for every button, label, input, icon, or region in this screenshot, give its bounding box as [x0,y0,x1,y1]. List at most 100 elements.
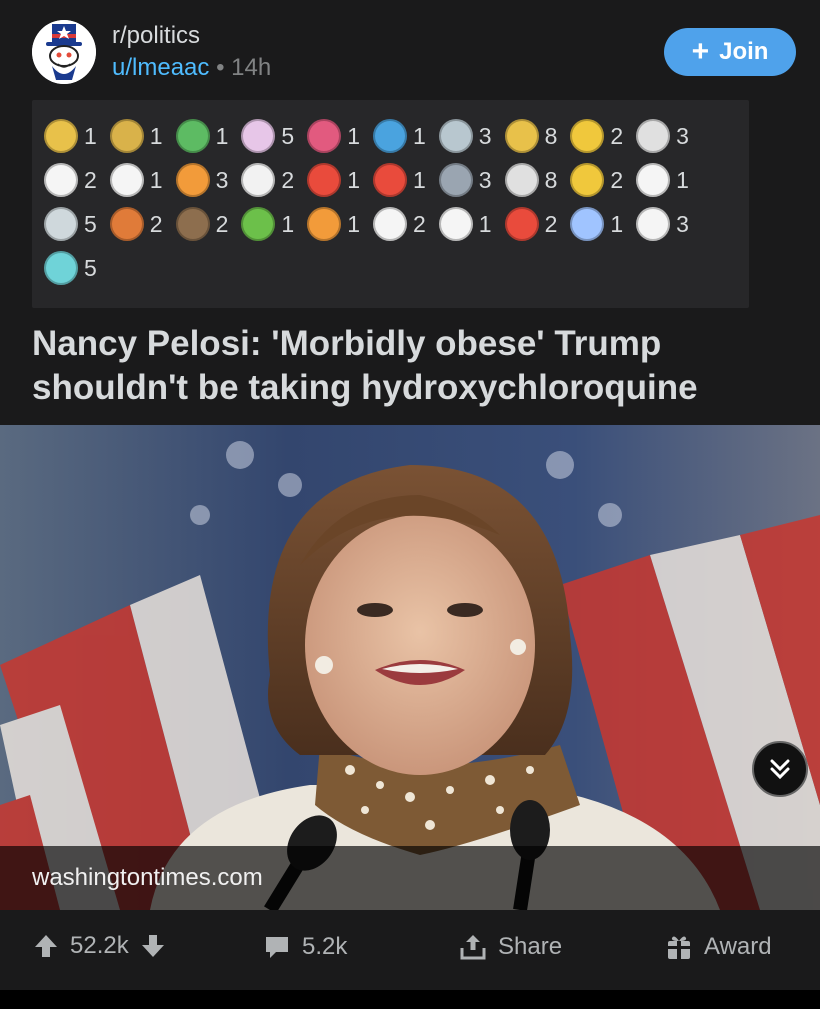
award-count: 2 [215,210,229,237]
meta-separator: • [216,54,225,81]
award-chip[interactable]: 1 [307,202,360,246]
plus-one-award-icon [372,119,407,153]
award-count: 2 [149,210,163,237]
award-chip[interactable]: 1 [44,114,97,158]
award-chip[interactable]: 2 [44,158,97,202]
vote-group: 52.2k [32,932,167,960]
facepalm-award-icon [636,207,671,241]
platinum-award-icon [438,119,473,153]
award-count: 1 [478,210,492,237]
award-chip[interactable]: 2 [241,158,294,202]
award-chip[interactable]: 1 [438,202,492,246]
award-count: 3 [478,166,492,193]
unicorn-award-icon [241,119,276,153]
award-chip[interactable]: 1 [372,114,426,158]
join-button[interactable]: + Join [664,28,796,76]
award-count: 1 [347,122,360,149]
award-count: 1 [215,122,229,149]
link-domain[interactable]: washingtontimes.com [32,864,263,892]
snoo-dance-award-icon [438,207,473,241]
silver-coin-award-icon [44,207,78,241]
award-label: Award [704,933,772,960]
expand-button[interactable] [752,741,808,797]
post-header: r/politics u/lmeaac • 14h + Join [32,20,796,84]
post-card[interactable]: r/politics u/lmeaac • 14h + Join 1 1 1 5 1 1 3… [0,0,820,990]
award-count: 3 [215,166,229,193]
scream-award-icon [504,207,539,241]
award-chip[interactable]: 1 [175,114,229,158]
skeleton-award-icon [636,119,671,153]
award-chip[interactable]: 2 [504,202,557,246]
link-bar[interactable]: washingtontimes.com [0,846,820,910]
award-count: 3 [676,210,689,237]
vote-score: 52.2k [70,932,129,959]
award-chip[interactable]: 1 [241,202,294,246]
press-f-award-icon [636,163,671,197]
award-chip[interactable]: 1 [307,114,360,158]
post-image[interactable]: washingtontimes.com [0,425,820,910]
award-chip[interactable]: 1 [109,158,163,202]
double-chevron-down-icon [770,759,790,780]
award-count: 2 [610,166,624,193]
hand-award-icon [109,163,144,197]
award-chip[interactable]: 1 [109,114,163,158]
award-chip[interactable]: 8 [504,114,558,158]
goat-award-icon [241,163,276,197]
2020-award-icon [372,163,407,197]
award-chip[interactable]: 3 [636,202,689,246]
subreddit-name[interactable]: r/politics [112,22,200,50]
award-chip[interactable]: 8 [504,158,558,202]
award-button[interactable]: Award [664,932,772,962]
plus-icon: + [691,35,710,68]
award-count: 5 [281,122,295,149]
award-count: 1 [149,166,163,193]
helpful-award-icon [109,119,144,153]
join-label: Join [719,38,769,65]
award-count: 1 [347,166,360,193]
award-chip[interactable]: 1 [636,158,689,202]
award-count: 1 [676,166,689,193]
award-chip[interactable]: 2 [175,202,229,246]
award-count: 2 [281,166,295,193]
author-link[interactable]: u/lmeaac [112,54,209,81]
post-meta: u/lmeaac • 14h [112,54,271,82]
award-chip[interactable]: 1 [307,158,360,202]
post-title[interactable]: Nancy Pelosi: 'Morbidly obese' Trump sho… [32,322,792,410]
award-count: 3 [676,122,689,149]
snoo-face-award-icon [372,207,407,241]
award-count: 1 [610,210,624,237]
space-award-icon [44,251,78,285]
awards-panel[interactable]: 1 1 1 5 1 1 3 8 2 3 2 1 3 2 1 1 3 8 2 1 5 2 2 1 1 2 1 2 1 3 5 [32,100,749,308]
uncle-sam-snoo-icon [32,20,96,84]
award-chip[interactable]: 3 [175,158,229,202]
award-count: 2 [84,166,97,193]
award-chip[interactable]: 1 [372,158,426,202]
subreddit-avatar[interactable] [32,20,96,84]
upvote-arrow-icon[interactable] [32,932,60,960]
award-chip[interactable]: 2 [570,158,623,202]
award-count: 2 [610,122,624,149]
downvote-arrow-icon[interactable] [139,932,167,960]
award-chip[interactable]: 2 [372,202,426,246]
award-chip[interactable]: 3 [438,114,492,158]
award-count: 1 [149,122,163,149]
award-chip[interactable]: 2 [109,202,163,246]
award-chip[interactable]: 3 [438,158,492,202]
action-bar: 52.2k 5.2k Share Award [0,910,820,990]
award-count: 1 [412,122,426,149]
award-count: 8 [544,122,558,149]
award-chip[interactable]: 5 [44,202,97,246]
heart-award-icon [307,119,342,153]
share-button[interactable]: Share [458,932,562,962]
share-icon [460,935,486,960]
news-photo [0,425,820,910]
award-count: 1 [347,210,360,237]
award-chip[interactable]: 5 [241,114,294,158]
award-chip[interactable]: 1 [570,202,623,246]
award-count: 8 [544,166,558,193]
award-chip[interactable]: 3 [636,114,689,158]
sun-award-icon [570,163,605,197]
award-chip[interactable]: 2 [570,114,623,158]
comments-button[interactable]: 5.2k [262,932,347,962]
award-chip[interactable]: 5 [44,246,97,290]
